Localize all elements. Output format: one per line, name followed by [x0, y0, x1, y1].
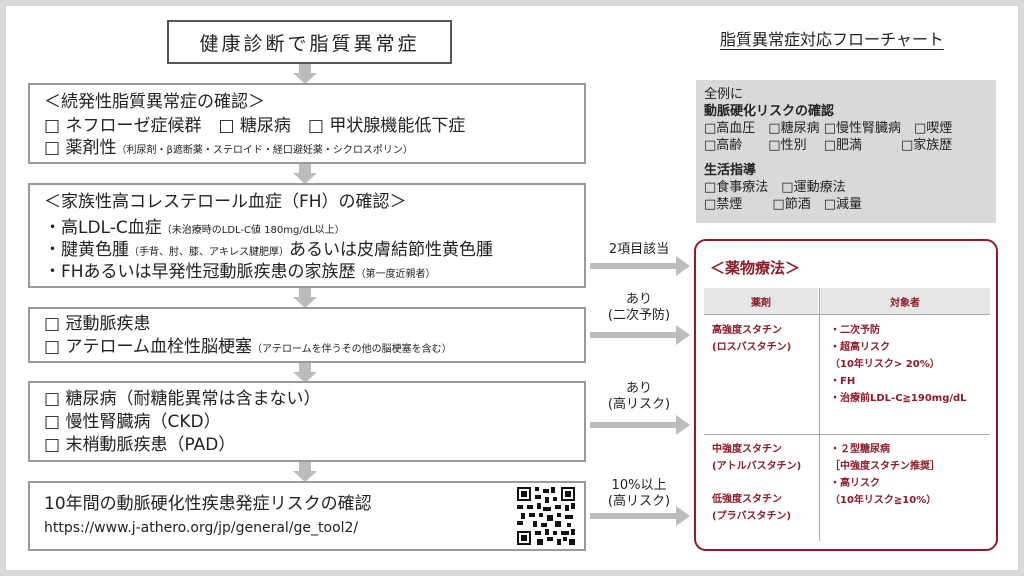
drug-therapy-title: ＜薬物療法＞ — [710, 259, 801, 277]
mid-target-4: （10年リスク≧10%） — [830, 495, 937, 506]
all-cases-panel: 全例に 動脈硬化リスクの確認 □高血圧 □糖尿病 □慢性腎臓病 □喫煙 □高齢 … — [696, 80, 996, 223]
secondary-heading: ＜続発性脂質異常症の確認＞ — [44, 92, 265, 112]
mid-target-3: ・高リスク — [830, 478, 880, 489]
down-arrow-3 — [293, 288, 317, 308]
fh-item2: ・腱黄色腫（手背、肘、膝、アキレス腱肥厚）あるいは皮膚結節性黄色腫 — [44, 242, 493, 259]
fh-item1-note: （未治療時のLDL-C値 180mg/dL以上） — [161, 225, 345, 236]
mid-drug-generic: (アトルバスタチン) — [712, 461, 802, 472]
start-box: 健康診断で脂質異常症 — [167, 20, 452, 64]
drug-induced-label: □ 薬剤性 — [44, 138, 117, 158]
fh-box: ＜家族性高コレステロール血症（FH）の確認＞ ・高LDL-C血症（未治療時のLD… — [28, 183, 586, 288]
table-divider — [819, 288, 820, 541]
risk-check-heading: 動脈硬化リスクの確認 — [704, 104, 835, 119]
secondary-line1: □ ネフローゼ症候群 □ 糖尿病 □ 甲状腺機能低下症 — [44, 116, 466, 136]
sp-line2: □ アテローム血栓性脳梗塞（アテロームを伴うその他の脳梗塞を含む） — [44, 339, 452, 356]
col-header-target: 対象者 — [820, 288, 990, 314]
fh-item3-note: （第一度近親者） — [355, 269, 436, 280]
down-arrow-2 — [293, 164, 317, 184]
sp-arrow-label: あり (二次予防) — [596, 292, 682, 325]
fh-item2-pre: ・腱黄色腫 — [44, 240, 129, 260]
fh-item1: ・高LDL-C血症（未治療時のLDL-C値 180mg/dL以上） — [44, 220, 345, 237]
down-arrow-5 — [293, 462, 317, 482]
secondary-dyslipidemia-box: ＜続発性脂質異常症の確認＞ □ ネフローゼ症候群 □ 糖尿病 □ 甲状腺機能低下… — [28, 83, 586, 164]
hr-arrow-label: あり (高リスク) — [596, 381, 682, 414]
risk-check-row1: □高血圧 □糖尿病 □慢性腎臓病 □喫煙 — [704, 121, 953, 136]
fh-item3: ・FHあるいは早発性冠動脈疾患の家族歴（第一度近親者） — [44, 264, 436, 281]
mid-target-1: ・２型糖尿病 — [830, 444, 890, 455]
drug-induced-note: （利尿剤・β遮断薬・ステロイド・経口避妊薬・シクロスポリン） — [116, 145, 413, 156]
fh-item3-main: ・FHあるいは早発性冠動脈疾患の家族歴 — [44, 262, 356, 282]
header-rule — [704, 314, 990, 315]
drug-therapy-box: ＜薬物療法＞ 薬剤 対象者 高強度スタチン (ロスバスタチン) ・二次予防 ・超… — [694, 239, 998, 551]
high-intensity-targets: ・二次予防 ・超高リスク （10年リスク> 20%） ・FH ・治療前LDL-C… — [830, 322, 967, 407]
sp-arrow-label-2: (二次予防) — [607, 308, 671, 324]
high-target-4: ・FH — [830, 376, 856, 387]
mid-target-2: ［中強度スタチン推奨］ — [830, 461, 940, 472]
high-drug-generic: (ロスバスタチン) — [712, 342, 792, 353]
hr-line1: □ 糖尿病（耐糖能異常は含まない） — [44, 389, 321, 409]
lifestyle-heading: 生活指導 — [704, 163, 757, 178]
drug-table: 薬剤 対象者 高強度スタチン (ロスバスタチン) ・二次予防 ・超高リスク （1… — [704, 288, 990, 541]
all-cases-intro: 全例に — [704, 87, 744, 102]
qr-code-icon[interactable] — [517, 487, 575, 545]
secondary-line2: □ 薬剤性（利尿剤・β遮断薬・ステロイド・経口避妊薬・シクロスポリン） — [44, 140, 413, 157]
high-risk-box: □ 糖尿病（耐糖能異常は含まない） □ 慢性腎臓病（CKD） □ 末梢動脈疾患（… — [28, 381, 586, 462]
high-target-5: ・治療前LDL-C≧190mg/dL — [830, 393, 967, 404]
moderate-intensity-targets: ・２型糖尿病 ［中強度スタチン推奨］ ・高リスク （10年リスク≧10%） — [830, 441, 940, 509]
fh-item1-main: ・高LDL-C血症 — [44, 218, 162, 238]
hr-line2: □ 慢性腎臓病（CKD） — [44, 412, 221, 432]
sp-line2-main: □ アテローム血栓性脳梗塞 — [44, 337, 252, 357]
down-arrow-4 — [293, 363, 317, 383]
right-arrow-rc — [590, 506, 690, 526]
down-arrow-1 — [293, 64, 317, 84]
high-drug-name: 高強度スタチン — [712, 325, 782, 336]
high-target-1: ・二次予防 — [830, 325, 880, 336]
sp-line1: □ 冠動脈疾患 — [44, 314, 151, 334]
secondary-prevention-box: □ 冠動脈疾患 □ アテローム血栓性脳梗塞（アテロームを伴うその他の脳梗塞を含む… — [28, 307, 586, 363]
lifestyle-row2: □禁煙 □節酒 □減量 — [704, 197, 862, 212]
high-intensity-drug: 高強度スタチン (ロスバスタチン) — [712, 322, 791, 356]
risk-calc-url[interactable]: https://www.j-athero.org/jp/general/ge_t… — [44, 521, 358, 535]
hr-arrow-label-1: あり — [625, 381, 652, 396]
hr-line3: □ 末梢動脈疾患（PAD） — [44, 435, 236, 455]
low-drug-generic: (プラバスタチン) — [712, 511, 792, 522]
right-arrow-hr — [590, 415, 690, 435]
right-arrow-sp — [590, 325, 690, 345]
right-arrow-fh — [590, 256, 690, 276]
rc-arrow-label-1: 10%以上 — [611, 478, 667, 493]
row-rule — [704, 434, 990, 435]
fh-heading: ＜家族性高コレステロール血症（FH）の確認＞ — [44, 192, 407, 212]
moderate-intensity-drug: 中強度スタチン (アトルバスタチン) — [712, 441, 801, 475]
high-target-3: （10年リスク> 20%） — [830, 359, 940, 370]
mid-drug-name: 中強度スタチン — [712, 444, 782, 455]
high-target-2: ・超高リスク — [830, 342, 890, 353]
low-intensity-drug: 低強度スタチン (プラバスタチン) — [712, 491, 791, 525]
low-drug-name: 低強度スタチン — [712, 494, 782, 505]
risk-check-row2: □高齢 □性別 □肥満 □家族歴 — [704, 138, 953, 153]
lifestyle-row1: □食事療法 □運動療法 — [704, 180, 846, 195]
flowchart-title: 脂質異常症対応フローチャート — [720, 30, 944, 49]
risk-calc-box: 10年間の動脈硬化性疾患発症リスクの確認 https://www.j-ather… — [28, 481, 586, 551]
sp-line2-note: （アテロームを伴うその他の脳梗塞を含む） — [251, 344, 452, 355]
fh-item2-note: （手背、肘、膝、アキレス腱肥厚） — [129, 247, 289, 258]
col-header-drug: 薬剤 — [704, 288, 818, 314]
fh-item2-post: あるいは皮膚結節性黄色腫 — [289, 240, 493, 260]
hr-arrow-label-2: (高リスク) — [607, 397, 671, 413]
sp-arrow-label-1: あり — [625, 292, 652, 307]
risk-calc-title: 10年間の動脈硬化性疾患発症リスクの確認 — [44, 494, 372, 514]
